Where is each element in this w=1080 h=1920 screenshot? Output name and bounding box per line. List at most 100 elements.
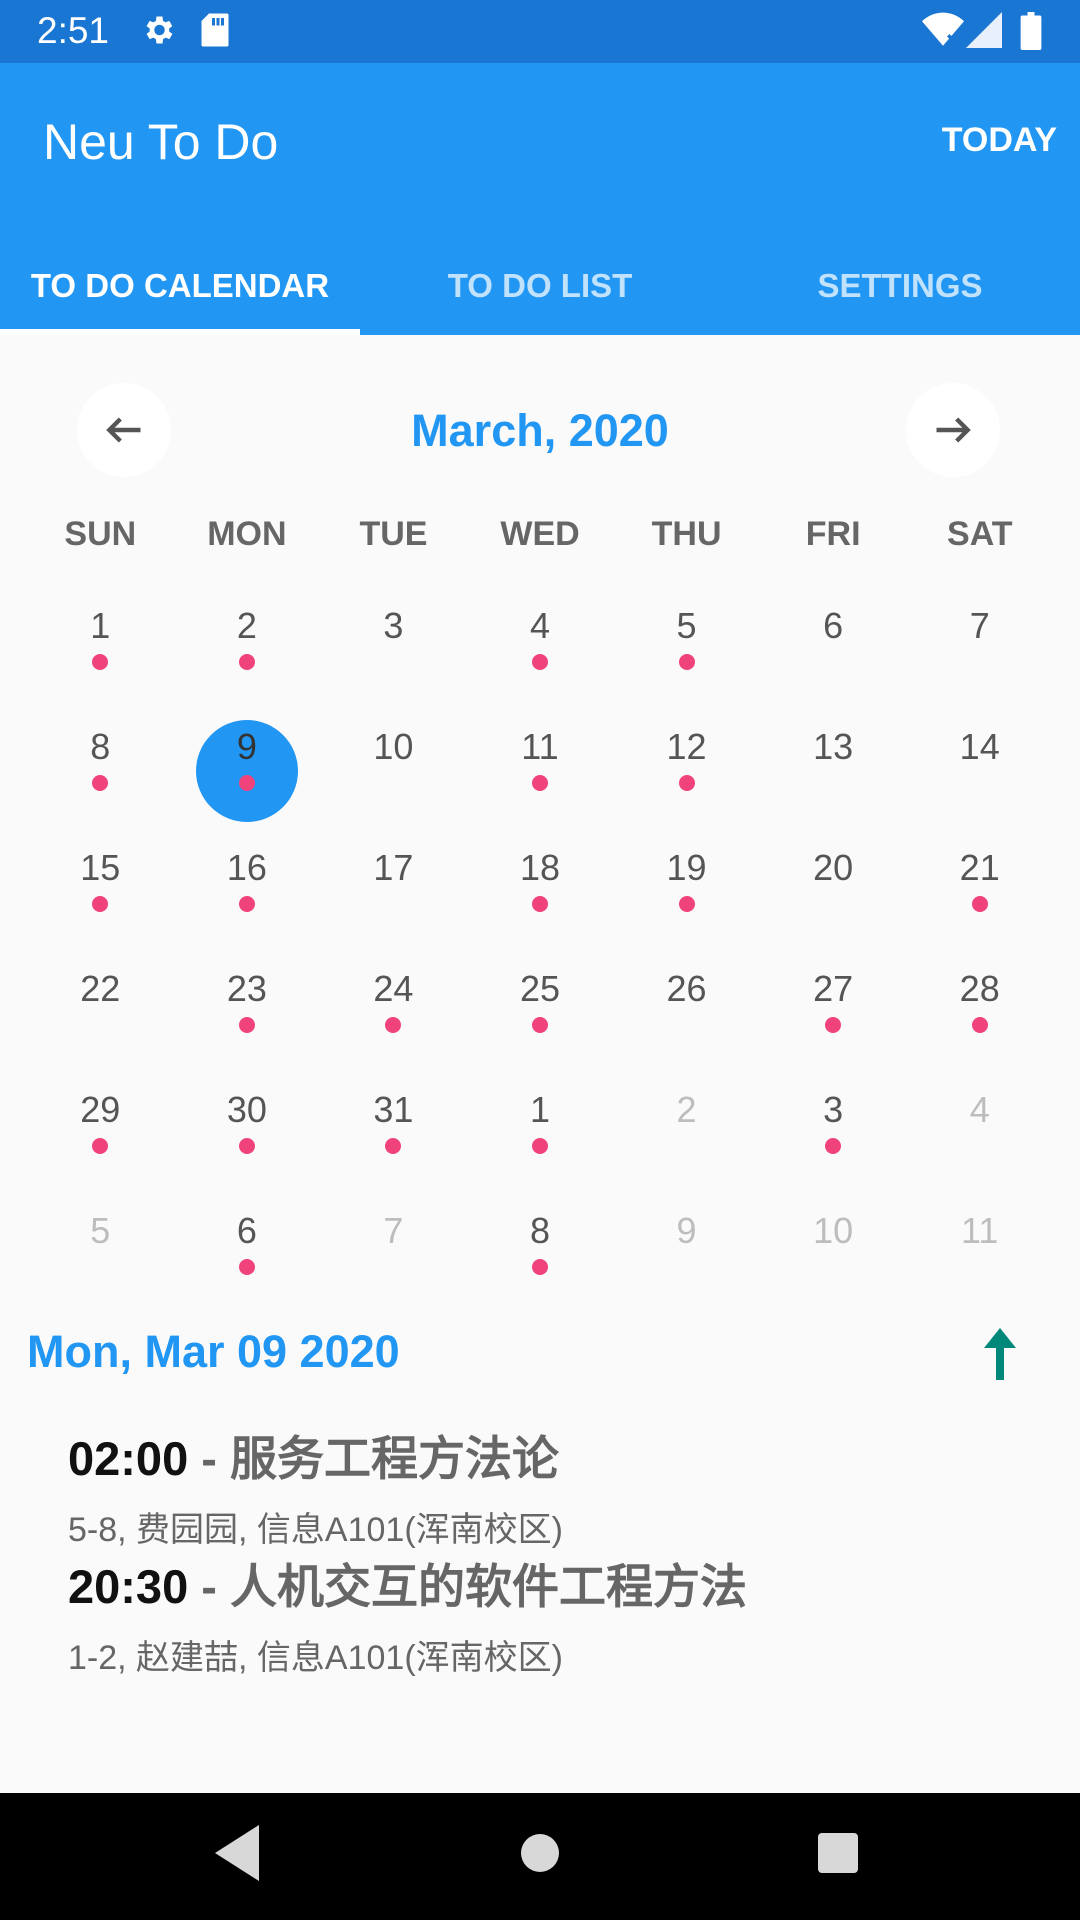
- calendar-day[interactable]: 23: [174, 938, 321, 1059]
- calendar-day[interactable]: 16: [174, 817, 321, 938]
- calendar-day-selected[interactable]: 9: [174, 696, 321, 822]
- day-number: 3: [383, 605, 404, 646]
- calendar-day[interactable]: 27: [760, 938, 907, 1059]
- calendar-day[interactable]: 7: [906, 575, 1053, 696]
- day-number: 11: [961, 1210, 999, 1251]
- calendar-day[interactable]: 17: [320, 817, 467, 938]
- event-subtitle: 1-2, 赵建喆, 信息A101(浑南校区): [68, 1639, 563, 1677]
- calendar-day[interactable]: 6: [760, 575, 907, 696]
- back-icon[interactable]: [215, 1825, 259, 1886]
- calendar-day[interactable]: 12: [613, 696, 760, 817]
- tab-todo-list[interactable]: TO DO LIST: [360, 233, 720, 335]
- next-month-button[interactable]: [906, 383, 1000, 477]
- calendar-day[interactable]: 10: [760, 1180, 907, 1301]
- weekday-label: MON: [207, 515, 287, 553]
- collapse-button[interactable]: [982, 1328, 1018, 1380]
- day-number: 9: [676, 1210, 697, 1251]
- calendar-day[interactable]: 29: [27, 1059, 174, 1180]
- home-icon[interactable]: [520, 1825, 560, 1886]
- calendar-day[interactable]: 10: [320, 696, 467, 817]
- event-heading: 20:30 - 人机交互的软件工程方法: [68, 1548, 1048, 1617]
- day-number: 9: [236, 726, 257, 767]
- tab-todo-calendar[interactable]: TO DO CALENDAR: [0, 233, 360, 335]
- day-number: 1: [90, 605, 111, 646]
- event-dot: [238, 775, 255, 791]
- recents-icon[interactable]: [818, 1825, 858, 1886]
- calendar-day[interactable]: 8: [467, 1180, 614, 1301]
- event-dot: [238, 896, 255, 912]
- event-dot: [531, 896, 548, 912]
- day-number: 16: [226, 847, 267, 888]
- calendar-day[interactable]: 18: [467, 817, 614, 938]
- calendar-day[interactable]: 13: [760, 696, 907, 817]
- event-separator: -: [188, 1560, 230, 1613]
- calendar-day[interactable]: 11: [467, 696, 614, 817]
- calendar-day[interactable]: 2: [613, 1059, 760, 1180]
- calendar-day[interactable]: 26: [613, 938, 760, 1059]
- event-heading: 02:00 - 服务工程方法论: [68, 1420, 1048, 1489]
- calendar-day[interactable]: 30: [174, 1059, 321, 1180]
- day-number: 7: [969, 605, 990, 646]
- today-button[interactable]: TODAY: [942, 115, 1057, 166]
- day-number: 10: [813, 1210, 854, 1251]
- arrow-up-icon: [984, 1328, 1016, 1380]
- calendar-day[interactable]: 11: [906, 1180, 1053, 1301]
- calendar-day[interactable]: 3: [760, 1059, 907, 1180]
- day-number: 28: [959, 968, 1000, 1009]
- calendar-day[interactable]: 15: [27, 817, 174, 938]
- calendar-day[interactable]: 20: [760, 817, 907, 938]
- weekday-label: THU: [651, 515, 722, 553]
- day-number: 26: [666, 968, 707, 1009]
- system-nav-bar: [0, 1793, 1080, 1920]
- event-subtitle: 5-8, 费园园, 信息A101(浑南校区): [68, 1511, 563, 1549]
- calendar-day[interactable]: 28: [906, 938, 1053, 1059]
- day-number: 17: [373, 847, 414, 888]
- event-dot: [92, 775, 109, 791]
- calendar-day[interactable]: 1: [27, 575, 174, 696]
- calendar-day[interactable]: 19: [613, 817, 760, 938]
- app-bar: Neu To Do TODAY TO DO CALENDAR TO DO LIS…: [0, 63, 1080, 335]
- weekday-label: SAT: [947, 515, 1013, 553]
- day-number: 18: [519, 847, 561, 888]
- event-item[interactable]: 20:30 - 人机交互的软件工程方法 1-2, 赵建喆, 信息A101(浑南校…: [68, 1548, 1048, 1677]
- event-dot: [678, 654, 695, 670]
- wifi-icon: [922, 12, 964, 53]
- status-time: 2:51: [37, 10, 110, 51]
- selected-date-title: Mon, Mar 09 2020: [27, 1326, 400, 1377]
- calendar-day[interactable]: 21: [906, 817, 1053, 938]
- event-dot: [531, 1259, 548, 1275]
- calendar-day[interactable]: 2: [174, 575, 321, 696]
- calendar-day[interactable]: 5: [27, 1180, 174, 1301]
- event-item[interactable]: 02:00 - 服务工程方法论 5-8, 费园园, 信息A101(浑南校区): [68, 1420, 1048, 1549]
- tab-settings[interactable]: SETTINGS: [720, 233, 1080, 335]
- day-number: 22: [80, 968, 121, 1009]
- calendar-day[interactable]: 25: [467, 938, 614, 1059]
- calendar-day[interactable]: 3: [320, 575, 467, 696]
- calendar-day[interactable]: 7: [320, 1180, 467, 1301]
- calendar-day[interactable]: 6: [174, 1180, 321, 1301]
- calendar-day[interactable]: 31: [320, 1059, 467, 1180]
- arrow-right-icon: [936, 417, 971, 443]
- event-dot: [531, 654, 548, 670]
- calendar-day[interactable]: 8: [27, 696, 174, 817]
- calendar-day[interactable]: 24: [320, 938, 467, 1059]
- calendar-day[interactable]: 14: [906, 696, 1053, 817]
- calendar-day[interactable]: 1: [467, 1059, 614, 1180]
- day-number: 8: [529, 1210, 550, 1251]
- day-number: 4: [529, 605, 550, 646]
- day-number: 2: [676, 1089, 697, 1130]
- cell-signal-icon: [966, 12, 1002, 53]
- day-number: 11: [521, 726, 559, 767]
- event-time: 02:00: [68, 1432, 189, 1485]
- calendar-day[interactable]: 4: [467, 575, 614, 696]
- tab-bar: TO DO CALENDAR TO DO LIST SETTINGS: [0, 233, 1080, 335]
- status-bar: 2:51: [0, 0, 1080, 63]
- calendar-day[interactable]: 22: [27, 938, 174, 1059]
- calendar-day[interactable]: 5: [613, 575, 760, 696]
- day-number: 1: [529, 1089, 550, 1130]
- calendar-day[interactable]: 9: [613, 1180, 760, 1301]
- weekday-label: TUE: [359, 515, 428, 553]
- day-number: 5: [90, 1210, 111, 1251]
- day-number: 5: [676, 605, 697, 646]
- calendar-day[interactable]: 4: [906, 1059, 1053, 1180]
